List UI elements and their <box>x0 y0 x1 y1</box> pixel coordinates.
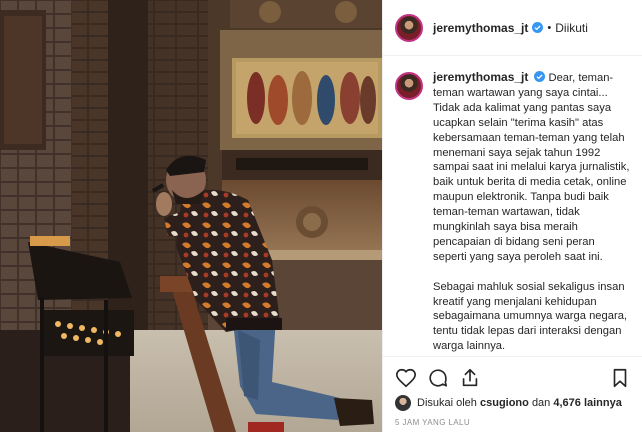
following-button[interactable]: Diikuti <box>555 21 588 35</box>
liker-avatar[interactable] <box>395 395 411 411</box>
caption-text: jeremythomas_jt Dear, teman-teman wartaw… <box>433 70 631 356</box>
share-icon[interactable] <box>459 367 481 389</box>
caption-block: jeremythomas_jt Dear, teman-teman wartaw… <box>383 56 642 356</box>
caption-username[interactable]: jeremythomas_jt <box>433 70 528 84</box>
likes-summary: Disukai oleh csugiono dan 4,676 lainnya <box>395 395 622 411</box>
comment-icon[interactable] <box>427 367 449 389</box>
heart-icon[interactable] <box>395 367 417 389</box>
post-header: jeremythomas_jt • Diikuti <box>383 0 642 56</box>
likes-joiner: dan <box>531 397 551 409</box>
church-prayer-image <box>0 0 382 432</box>
likes-count-link[interactable]: 4,676 lainnya <box>553 397 622 409</box>
post-timestamp[interactable]: 5 JAM YANG LALU <box>395 418 470 427</box>
caption-avatar[interactable] <box>395 72 423 100</box>
caption-body-2: Sebagai mahluk sosial sekaligus insan kr… <box>433 280 628 353</box>
action-bar: Disukai oleh csugiono dan 4,676 lainnya … <box>383 356 642 432</box>
caption-body-1: Dear, teman-teman wartawan yang saya cin… <box>433 72 630 263</box>
likes-user-link[interactable]: csugiono <box>480 397 529 409</box>
bookmark-icon[interactable] <box>609 367 631 389</box>
post-photo[interactable] <box>0 0 382 432</box>
verified-badge-icon <box>532 22 544 33</box>
verified-badge-icon <box>534 71 546 82</box>
likes-prefix: Disukai oleh <box>417 397 477 409</box>
header-username[interactable]: jeremythomas_jt <box>433 21 528 35</box>
profile-avatar[interactable] <box>395 13 423 42</box>
header-separator: • <box>547 21 552 34</box>
post-side-panel: jeremythomas_jt • Diikuti jeremythomas_j… <box>382 0 642 432</box>
caption-paragraph: jeremythomas_jt Dear, teman-teman wartaw… <box>433 70 631 265</box>
